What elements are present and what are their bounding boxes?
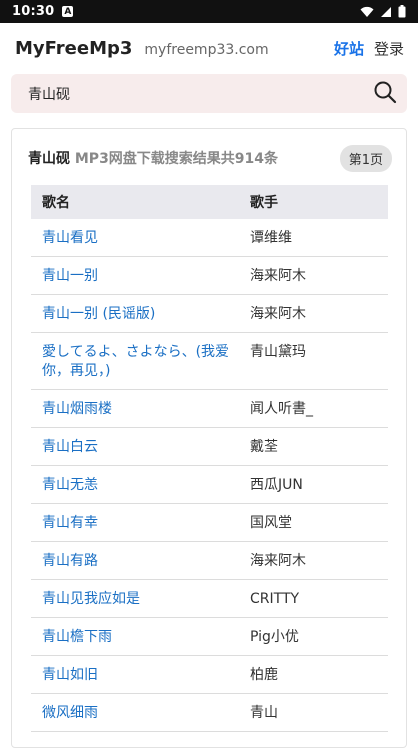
brand-domain: myfreemp33.com (144, 41, 269, 58)
singer-name: 青山黛玛 (239, 332, 388, 390)
table-row[interactable]: 青山白云 戴荃 (31, 427, 388, 466)
singer-name: 海来阿木 (239, 294, 388, 333)
singer-name: 国风堂 (239, 503, 388, 542)
table-row[interactable]: 青山无恙 西瓜JUN (31, 465, 388, 504)
song-title-link[interactable]: 青山白云 (31, 427, 239, 466)
singer-name: Pig小优 (239, 617, 388, 656)
song-title-link[interactable]: 青山看见 (31, 219, 239, 257)
song-title-link[interactable]: 愛してるよ、さよなら、(我爱你，再见，) (31, 332, 239, 390)
singer-name: 西瓜JUN (239, 465, 388, 504)
table-row[interactable]: 青山有幸 国风堂 (31, 503, 388, 542)
singer-name: 海来阿木 (239, 256, 388, 295)
singer-name: 海来阿木 (239, 541, 388, 580)
singer-name: 柏鹿 (239, 655, 388, 694)
results-table-body: 青山看见 谭维维 青山一别 海来阿木 青山一别 (民谣版) 海来阿木 愛してるよ、さよなら、… (31, 219, 388, 732)
battery-icon (398, 5, 406, 18)
results-keyword: 青山砚 (28, 151, 70, 167)
status-bar: 10:30 A (0, 0, 418, 23)
results-table: 歌名 歌手 青山看见 谭维维 青山一别 海来阿木 青山一别 (民谣版) 海来阿木 愛してるよ… (31, 185, 388, 732)
song-title-link[interactable]: 青山如旧 (31, 655, 239, 694)
notification-icon: A (62, 6, 74, 17)
column-header-singer: 歌手 (239, 185, 388, 219)
table-row[interactable]: 青山如旧 柏鹿 (31, 655, 388, 694)
table-row[interactable]: 青山见我应如是 CRITTY (31, 579, 388, 618)
singer-name: 戴荃 (239, 427, 388, 466)
song-title-link[interactable]: 微风细雨 (31, 693, 239, 732)
app-header: MyFreeMp3 myfreemp33.com 好站 登录 (0, 23, 418, 73)
table-row[interactable]: 青山檐下雨 Pig小优 (31, 617, 388, 656)
song-title-link[interactable]: 青山烟雨楼 (31, 389, 239, 428)
song-title-link[interactable]: 青山无恙 (31, 465, 239, 504)
song-title-link[interactable]: 青山檐下雨 (31, 617, 239, 656)
wifi-icon (360, 6, 374, 18)
brand[interactable]: MyFreeMp3 myfreemp33.com (15, 38, 269, 59)
status-time: 10:30 (12, 4, 55, 19)
singer-name: 闻人听書_ (239, 389, 388, 428)
table-row[interactable]: 青山看见 谭维维 (31, 219, 388, 257)
song-title-link[interactable]: 青山一别 (31, 256, 239, 295)
singer-name: CRITTY (239, 579, 388, 618)
results-title: 青山砚 MP3网盘下载搜索结果共914条 (28, 148, 278, 168)
haozhan-link[interactable]: 好站 (334, 38, 364, 59)
search-icon[interactable] (373, 80, 397, 108)
song-title-link[interactable]: 青山有路 (31, 541, 239, 580)
page-badge: 第1页 (339, 144, 392, 172)
singer-name: 青山 (239, 693, 388, 732)
search-bar[interactable]: 青山砚 (11, 74, 407, 113)
brand-name[interactable]: MyFreeMp3 (15, 38, 132, 59)
results-header: 青山砚 MP3网盘下载搜索结果共914条 第1页 (28, 144, 392, 172)
table-row[interactable]: 青山有路 海来阿木 (31, 541, 388, 580)
table-row[interactable]: 青山一别 海来阿木 (31, 256, 388, 295)
results-summary: MP3网盘下载搜索结果共914条 (74, 151, 279, 167)
column-header-song: 歌名 (31, 185, 239, 219)
song-title-link[interactable]: 青山见我应如是 (31, 579, 239, 618)
table-row[interactable]: 青山烟雨楼 闻人听書_ (31, 389, 388, 428)
results-card: 青山砚 MP3网盘下载搜索结果共914条 第1页 歌名 歌手 青山看见 谭维维 青山… (11, 128, 407, 748)
search-input[interactable]: 青山砚 (28, 84, 70, 104)
singer-name: 谭维维 (239, 219, 388, 257)
signal-icon (380, 6, 392, 18)
header-links: 好站 登录 (334, 38, 404, 59)
song-title-link[interactable]: 青山一别 (民谣版) (31, 294, 239, 333)
song-title-link[interactable]: 青山有幸 (31, 503, 239, 542)
table-row[interactable]: 愛してるよ、さよなら、(我爱你，再见，) 青山黛玛 (31, 332, 388, 390)
table-row[interactable]: 微风细雨 青山 (31, 693, 388, 732)
table-header-row: 歌名 歌手 (31, 185, 388, 219)
login-link[interactable]: 登录 (374, 38, 404, 59)
table-row[interactable]: 青山一别 (民谣版) 海来阿木 (31, 294, 388, 333)
